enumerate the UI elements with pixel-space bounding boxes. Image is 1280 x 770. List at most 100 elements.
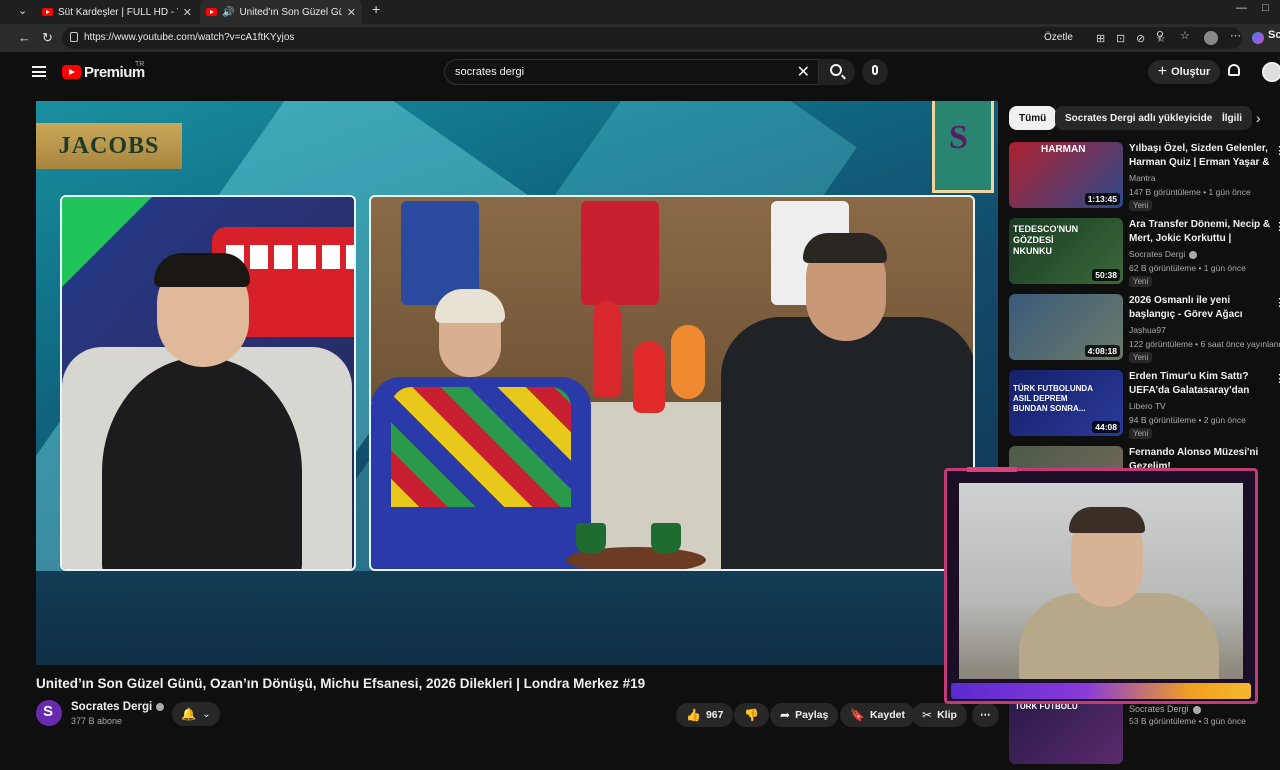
red-plush-toy [633, 341, 665, 413]
more-vert-icon[interactable]: ⋮ [1274, 144, 1280, 157]
new-badge: Yeni [1129, 352, 1153, 363]
like-count: 967 [705, 709, 724, 721]
tab-list-chevron-icon[interactable]: ⌄ [18, 4, 27, 17]
more-actions-label: ⋯ [980, 709, 991, 721]
recommendation-channel: Socrates Dergi [1129, 702, 1275, 716]
chip-from-uploader[interactable]: Socrates Dergi adlı yükleyiciden [1055, 106, 1229, 130]
new-tab-button[interactable]: + [372, 1, 380, 17]
thumbnail-text: TEDESCO'NUN GÖZDESİ NKUNKU [1013, 224, 1079, 256]
recommendation-channel: Jashua97 [1129, 325, 1166, 335]
recommendation-thumbnail[interactable]: TÜRK FUTBOLU [1009, 698, 1123, 764]
speaker-icon[interactable]: 🔊 [222, 7, 234, 18]
maximize-button[interactable]: □ [1262, 2, 1269, 14]
share-button[interactable]: ➦ Paylaş [770, 703, 839, 727]
video-duration: 44:08 [1092, 421, 1120, 433]
browser-tab[interactable]: Süt Kardeşler | FULL HD - YouTube ✕ [36, 0, 198, 24]
search-input[interactable]: socrates dergi ✕ [444, 59, 819, 85]
new-badge: Yeni [1129, 428, 1153, 439]
search-query: socrates dergi [455, 66, 525, 78]
more-menu-icon[interactable]: ⋯ [1230, 29, 1241, 42]
tracking-icon[interactable]: ⊘ [1136, 32, 1145, 45]
video-panel-right [369, 195, 975, 571]
subscription-bell-button[interactable]: 🔔 ⌄ [172, 702, 220, 726]
video-panel-left [60, 195, 356, 571]
app-icon[interactable]: ⊞ [1096, 32, 1105, 45]
crest-letter: S [949, 119, 968, 156]
verified-badge-icon [1192, 705, 1201, 714]
voice-search-button[interactable] [862, 59, 888, 85]
save-button[interactable]: 🔖 Kaydet [840, 703, 915, 727]
plus-icon: + [1157, 63, 1168, 80]
like-button[interactable]: 👍 967 [676, 703, 734, 727]
sponsor-logo: JACOBS [36, 123, 182, 169]
recommendation-channel: Libero TV [1129, 401, 1166, 411]
recommendation-item[interactable]: TEDESCO'NUN GÖZDESİ NKUNKU 50:38 Ara Tra… [1009, 218, 1280, 290]
dislike-button[interactable]: 👎 [734, 703, 769, 727]
copilot-icon[interactable] [1252, 32, 1264, 44]
profile-icon[interactable] [1204, 31, 1218, 45]
recommendation-item[interactable]: TÜRK FUTBOLU Socrates Dergi 53 B görüntü… [1009, 698, 1280, 770]
search-button[interactable] [819, 59, 855, 85]
summarize-button[interactable]: Özetle [1044, 32, 1073, 43]
minimize-button[interactable]: — [1236, 2, 1247, 14]
tab-close-icon[interactable]: ✕ [347, 6, 356, 19]
person-middle-beanie [435, 289, 505, 323]
create-button[interactable]: + Oluştur [1148, 60, 1220, 84]
chip-related[interactable]: İlgili [1212, 106, 1252, 130]
channel-avatar[interactable]: S [36, 700, 62, 726]
tab-close-icon[interactable]: ✕ [183, 6, 192, 19]
more-actions-button[interactable]: ⋯ [972, 703, 999, 727]
overlay-gradient-bar [951, 683, 1251, 699]
recommendation-thumbnail[interactable]: TEDESCO'NUN GÖZDESİ NKUNKU 50:38 [1009, 218, 1123, 284]
browser-tab-title: Süt Kardeşler | FULL HD - YouTube [58, 6, 178, 18]
reader-icon[interactable]: ⊡ [1116, 32, 1125, 45]
site-info-icon[interactable] [70, 32, 78, 42]
account-avatar[interactable] [1262, 62, 1280, 82]
recommendation-item[interactable]: TÜRK FUTBOLUNDA ASIL DEPREM BUNDAN SONRA… [1009, 370, 1280, 442]
person-left-hair [154, 253, 250, 287]
video-player[interactable]: JACOBS S [36, 101, 998, 665]
reload-icon[interactable]: ↻ [42, 30, 53, 46]
charmander-toy [671, 325, 705, 399]
recommendation-title: Yılbaşı Özel, Sizden Gelenler, Harman Qu… [1129, 143, 1270, 168]
youtube-favicon-icon [206, 8, 217, 16]
recommendation-thumbnail[interactable]: HARMAN 1:13:45 [1009, 142, 1123, 208]
more-vert-icon[interactable]: ⋮ [1274, 296, 1280, 309]
url-field[interactable]: https://www.youtube.com/watch?v=cA1ftKYy… [62, 27, 1242, 49]
new-badge: Yeni [1129, 200, 1153, 211]
recommendation-thumbnail[interactable]: TÜRK FUTBOLUNDA ASIL DEPREM BUNDAN SONRA… [1009, 370, 1123, 436]
recommendation-thumbnail[interactable]: 4:08:18 [1009, 294, 1123, 360]
recommendation-title: 2026 Osmanlı ile yeni başlangıç - Görev … [1129, 295, 1243, 320]
more-vert-icon[interactable]: ⋮ [1274, 220, 1280, 233]
clip-label: Klip [937, 709, 957, 721]
subscriber-count: 377 B abone [71, 716, 123, 726]
clear-search-icon[interactable]: ✕ [797, 62, 810, 82]
webcam-feed [959, 483, 1243, 679]
recommendation-item[interactable]: 4:08:18 2026 Osmanlı ile yeni başlangıç … [1009, 294, 1280, 366]
back-arrow-icon[interactable]: ← [18, 30, 31, 45]
youtube-logo-icon[interactable] [62, 65, 81, 79]
clip-button[interactable]: ✂ Klip [912, 703, 967, 727]
chevron-right-icon[interactable]: › [1256, 110, 1261, 126]
recommendation-meta: 53 B görüntüleme • 3 gün önce [1129, 716, 1246, 726]
recommendation-item[interactable]: HARMAN 1:13:45 Yılbaşı Özel, Sizden Gele… [1009, 142, 1280, 214]
browser-tab-active[interactable]: 🔊 United'ın Son Güzel Günü, Oza ✕ [200, 0, 362, 24]
create-label: Oluştur [1171, 66, 1211, 78]
save-label: Kaydet [869, 709, 905, 721]
recommendation-channel-text: Socrates Dergi [1129, 704, 1189, 714]
more-vert-icon[interactable]: ⋮ [1274, 372, 1280, 385]
channel-name[interactable]: Socrates Dergi [71, 701, 165, 713]
notifications-bell-icon[interactable] [1228, 64, 1240, 76]
browser-tab-title: United'ın Son Güzel Günü, Oza [239, 6, 342, 18]
streamer-body [1019, 593, 1219, 679]
favorites-icon[interactable]: ☆ [1180, 29, 1190, 42]
extensions-icon[interactable]: ⚲ [1156, 29, 1164, 42]
person-right-body [721, 317, 973, 569]
region-code: TR [135, 61, 145, 68]
parrot-toy [593, 301, 621, 397]
chip-all[interactable]: Tümü [1009, 106, 1057, 130]
video-duration: 4:08:18 [1084, 345, 1120, 357]
url-text: https://www.youtube.com/watch?v=cA1ftKYy… [84, 32, 295, 43]
recommendation-channel: Mantra [1129, 173, 1156, 183]
hamburger-menu-icon[interactable] [32, 66, 46, 77]
